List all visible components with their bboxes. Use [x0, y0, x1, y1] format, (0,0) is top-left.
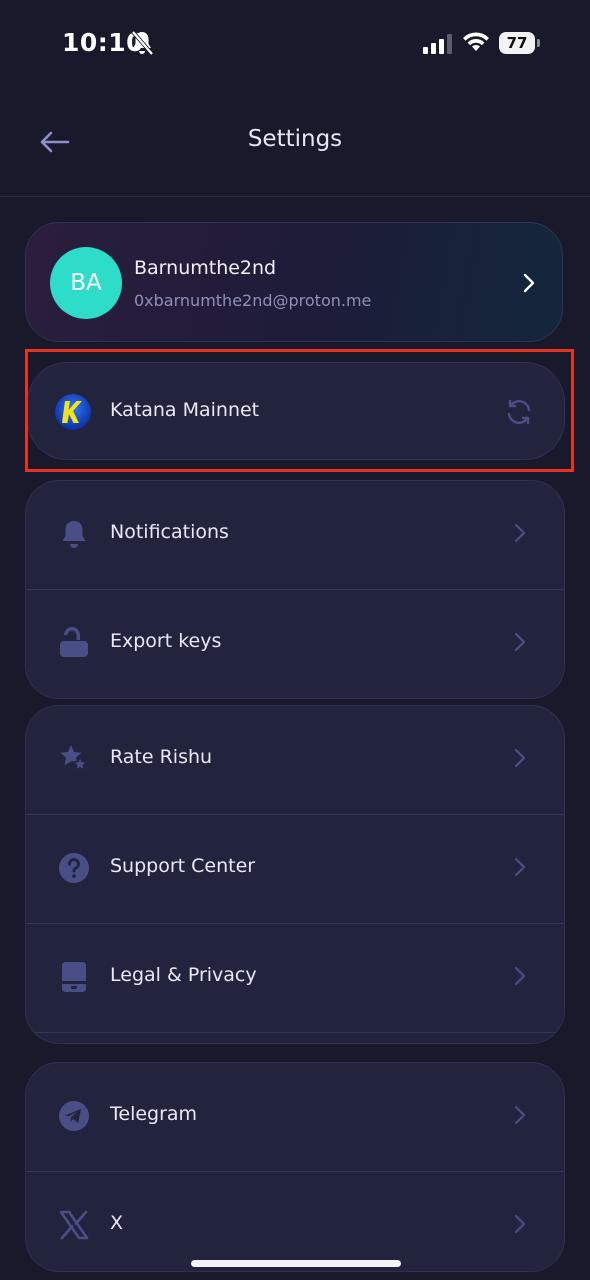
- settings-group-social: Telegram X: [25, 1062, 565, 1272]
- row-label-legal: Legal & Privacy: [110, 964, 257, 986]
- profile-email: 0xbarnumthe2nd@proton.me: [134, 291, 372, 310]
- battery-tip: [537, 39, 540, 47]
- cellular-signal-icon: [423, 34, 452, 54]
- settings-group-about: Rate Rishu Support Center Legal & Privac…: [25, 705, 565, 1044]
- settings-row-x[interactable]: X: [26, 1172, 564, 1271]
- chevron-right-icon: [514, 523, 526, 543]
- settings-row-notifications[interactable]: Notifications: [26, 481, 564, 590]
- row-label-rate: Rate Rishu: [110, 746, 213, 768]
- star-icon: [60, 745, 89, 772]
- network-selector[interactable]: Katana Mainnet: [27, 362, 565, 460]
- header: Settings: [0, 100, 590, 197]
- row-label-telegram: Telegram: [110, 1103, 198, 1125]
- x-logo-icon: [59, 1210, 89, 1240]
- battery-level: 77: [499, 32, 535, 54]
- settings-group-security: Notifications Export keys: [25, 480, 565, 699]
- bell-icon: [62, 521, 86, 548]
- profile-name: Barnumthe2nd: [134, 257, 277, 279]
- row-label-x: X: [110, 1212, 124, 1234]
- bell-muted-icon: [131, 30, 154, 56]
- chevron-right-icon: [523, 273, 535, 293]
- chevron-right-icon: [514, 748, 526, 768]
- settings-row-support[interactable]: Support Center: [26, 815, 564, 924]
- chevron-right-icon: [514, 857, 526, 877]
- katana-logo-icon: [55, 394, 91, 430]
- row-label-support: Support Center: [110, 855, 256, 877]
- unlock-icon: [60, 627, 88, 657]
- chevron-right-icon: [514, 1105, 526, 1125]
- row-label-export-keys: Export keys: [110, 630, 222, 652]
- row-label-notifications: Notifications: [110, 521, 229, 543]
- network-label: Katana Mainnet: [110, 399, 260, 421]
- settings-row-export-keys[interactable]: Export keys: [26, 590, 564, 698]
- settings-row-rate[interactable]: Rate Rishu: [26, 706, 564, 815]
- page-title: Settings: [247, 126, 343, 152]
- telegram-icon: [59, 1101, 89, 1131]
- status-bar: 10:10 77: [0, 0, 590, 90]
- chevron-right-icon: [514, 966, 526, 986]
- document-icon: [62, 962, 86, 992]
- refresh-icon[interactable]: [504, 397, 534, 427]
- avatar: BA: [50, 247, 122, 319]
- chevron-right-icon: [514, 632, 526, 652]
- home-indicator[interactable]: [191, 1260, 401, 1267]
- chevron-right-icon: [514, 1214, 526, 1234]
- profile-card[interactable]: BA Barnumthe2nd 0xbarnumthe2nd@proton.me: [25, 222, 563, 342]
- settings-row-telegram[interactable]: Telegram: [26, 1063, 564, 1172]
- battery-icon: 77: [499, 32, 543, 54]
- question-circle-icon: [59, 853, 89, 883]
- settings-row-legal[interactable]: Legal & Privacy: [26, 924, 564, 1033]
- wifi-icon: [463, 32, 489, 51]
